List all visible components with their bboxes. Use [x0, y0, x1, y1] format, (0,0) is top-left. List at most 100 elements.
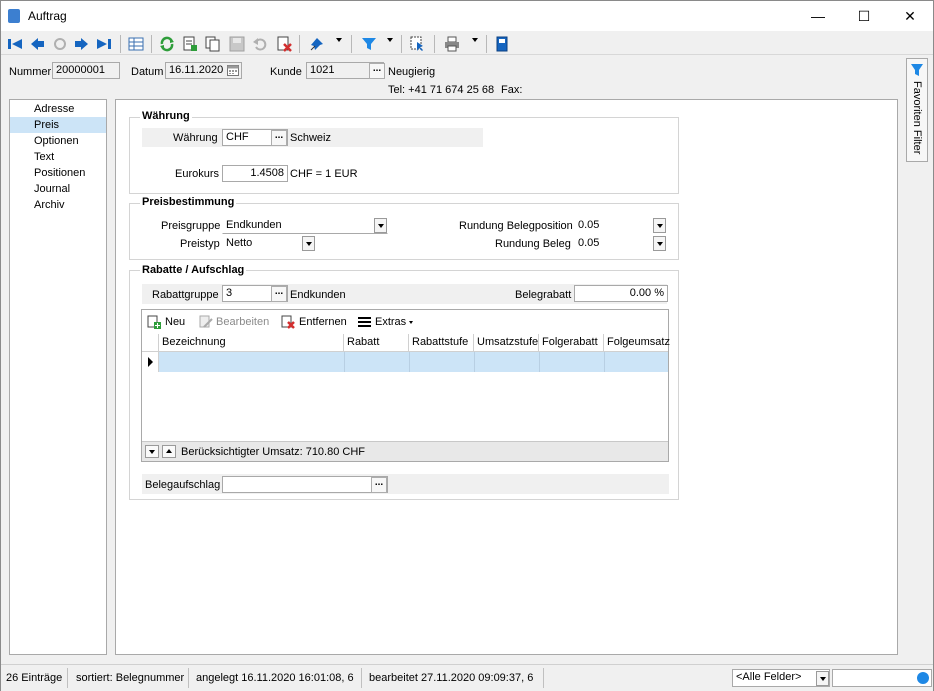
nav-item-positionen[interactable]: Positionen [10, 165, 106, 181]
belegaufschlag-lookup-button[interactable]: ... [371, 477, 387, 493]
calendar-icon[interactable] [227, 64, 239, 76]
nav-item-archiv[interactable]: Archiv [10, 197, 106, 213]
bearbeiten-button[interactable]: Bearbeiten [216, 316, 269, 328]
filter-icon[interactable] [360, 35, 378, 53]
record-count: 26 Einträge [1, 668, 68, 688]
previous-record-icon[interactable] [28, 35, 46, 53]
select-icon[interactable] [408, 35, 426, 53]
pin-dropdown-icon[interactable] [336, 38, 342, 42]
toolbar-separator [120, 35, 121, 53]
rundung-belegposition-dropdown-icon[interactable] [653, 218, 666, 233]
rabattgruppe-label: Rabattgruppe [152, 289, 219, 301]
minimize-button[interactable]: — [795, 1, 841, 31]
sort-info: sortiert: Belegnummer [71, 668, 189, 688]
waehrung-label: Währung [173, 132, 218, 144]
waehrung-lookup-button[interactable]: ... [271, 130, 287, 146]
preisbestimmung-title: Preisbestimmung [140, 196, 237, 208]
column-header-rabatt[interactable]: Rabatt [344, 334, 409, 352]
window-title: Auftrag [28, 9, 67, 23]
table-view-icon[interactable] [127, 35, 145, 53]
extras-dropdown-icon[interactable] [409, 321, 413, 324]
toolbar-separator [151, 35, 152, 53]
table-row[interactable] [159, 352, 668, 372]
datum-label: Datum [131, 66, 164, 78]
nav-item-journal[interactable]: Journal [10, 181, 106, 197]
belegaufschlag-label: Belegaufschlag [145, 479, 221, 491]
eurokurs-field[interactable]: 1.4508 [222, 165, 288, 182]
column-header-folgerabatt[interactable]: Folgerabatt [539, 334, 604, 352]
belegaufschlag-field[interactable] [222, 476, 388, 493]
field-select-dropdown-icon[interactable] [816, 671, 829, 686]
preisgruppe-label: Preisgruppe [161, 220, 221, 232]
pin-icon[interactable] [308, 35, 326, 53]
column-header-folgeumsatz[interactable]: Folgeumsatz [604, 334, 670, 352]
app-icon [8, 9, 20, 23]
favoriten-filter-tab[interactable]: Favoriten Filter [906, 58, 928, 162]
entfernen-button[interactable]: Entfernen [299, 316, 347, 328]
window: Auftrag — ☐ ✕ Nummer 20000001 Datum 16.1… [0, 0, 934, 691]
filter-dropdown-icon[interactable] [387, 38, 393, 42]
row-indicator[interactable] [142, 352, 159, 372]
last-record-icon[interactable] [95, 35, 113, 53]
preistyp-dropdown-icon[interactable] [302, 236, 315, 251]
next-record-icon[interactable] [73, 35, 91, 53]
preisgruppe-dropdown-icon[interactable] [374, 218, 387, 233]
rundung-beleg-label: Rundung Beleg [495, 238, 571, 250]
status-bar: 26 Einträge sortiert: Belegnummer angele… [1, 664, 933, 691]
nav-item-text[interactable]: Text [10, 149, 106, 165]
eurokurs-unit: CHF = 1 EUR [290, 168, 358, 180]
close-button[interactable]: ✕ [887, 1, 933, 31]
first-record-icon[interactable] [6, 35, 24, 53]
extras-menu-icon[interactable] [358, 317, 371, 327]
nav-item-preis[interactable]: Preis [10, 117, 106, 133]
print-icon[interactable] [443, 35, 461, 53]
extras-button[interactable]: Extras [375, 316, 406, 328]
entfernen-icon[interactable] [281, 315, 295, 329]
kunde-lookup-button[interactable]: ... [369, 63, 385, 79]
maximize-button[interactable]: ☐ [841, 1, 887, 31]
save-icon[interactable] [228, 35, 246, 53]
grid-footer: Berücksichtigter Umsatz: 710.80 CHF [142, 441, 668, 461]
toolbar-separator [486, 35, 487, 53]
delete-icon[interactable] [275, 35, 293, 53]
print-dropdown-icon[interactable] [472, 38, 478, 42]
rabattgruppe-lookup-button[interactable]: ... [271, 286, 287, 302]
nav-item-adresse[interactable]: Adresse [10, 101, 106, 117]
bearbeiten-icon [199, 315, 213, 329]
eurokurs-label: Eurokurs [175, 168, 220, 180]
collapse-up-icon[interactable] [162, 445, 176, 458]
kunde-name: Neugierig [388, 66, 436, 78]
column-header-rabattstufe[interactable]: Rabattstufe [409, 334, 474, 352]
preistyp-label: Preistyp [180, 238, 220, 250]
collapse-down-icon[interactable] [145, 445, 159, 458]
book-icon[interactable] [493, 35, 511, 53]
filter-icon [910, 63, 924, 80]
section-nav: Adresse Preis Optionen Text Positionen J… [9, 99, 107, 655]
nav-item-optionen[interactable]: Optionen [10, 133, 106, 149]
telephone: Tel: +41 71 674 25 68 [388, 84, 495, 96]
belegrabatt-label: Belegrabatt [515, 289, 572, 301]
rundung-belegposition-label: Rundung Belegposition [459, 220, 573, 232]
neu-button[interactable]: Neu [165, 316, 185, 328]
undo-icon[interactable] [251, 35, 269, 53]
title-bar: Auftrag — ☐ ✕ [1, 1, 933, 31]
neu-icon[interactable] [147, 315, 161, 329]
toolbar-separator [401, 35, 402, 53]
refresh-record-icon[interactable] [51, 35, 69, 53]
new-document-icon[interactable] [181, 35, 199, 53]
toolbar-separator [434, 35, 435, 53]
column-header-umsatzstufe[interactable]: Umsatzstufe [474, 334, 539, 352]
belegrabatt-field[interactable]: 0.00 % [574, 285, 668, 302]
row-header-corner [142, 334, 159, 352]
rabatte-title: Rabatte / Aufschlag [140, 264, 247, 276]
copy-icon[interactable] [204, 35, 222, 53]
rabattgruppe-name: Endkunden [290, 289, 346, 301]
rundung-beleg-dropdown-icon[interactable] [653, 236, 666, 251]
waehrung-title: Währung [140, 110, 192, 122]
preisgruppe-select[interactable]: Endkunden [222, 217, 388, 234]
column-header-bezeichnung[interactable]: Bezeichnung [159, 334, 344, 352]
search-globe-icon[interactable] [917, 672, 929, 684]
reload-icon[interactable] [158, 35, 176, 53]
nummer-field[interactable]: 20000001 [52, 62, 120, 79]
toolbar-separator [299, 35, 300, 53]
